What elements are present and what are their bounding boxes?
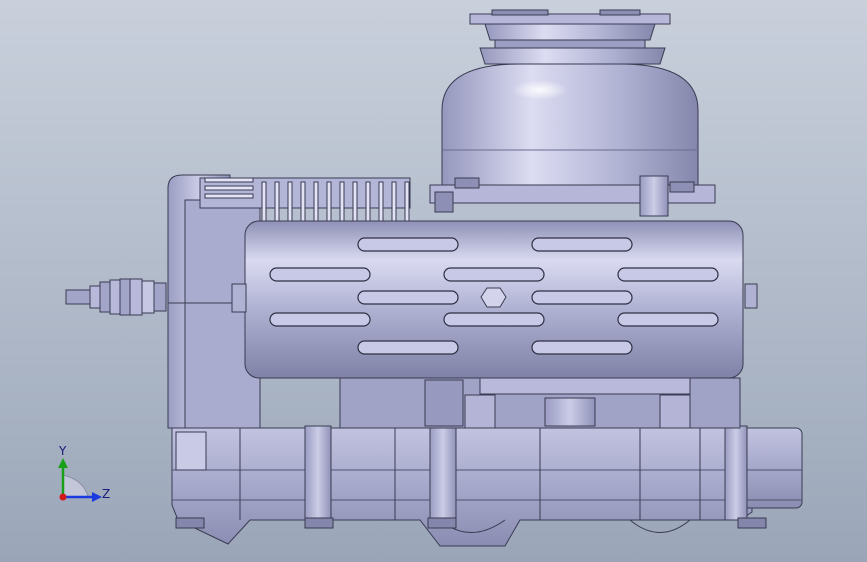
coupling-section[interactable]: [339, 377, 741, 429]
cad-viewport[interactable]: Y Z: [0, 0, 867, 562]
triad-origin: [59, 493, 67, 501]
main-cylinder-housing[interactable]: [231, 220, 758, 379]
y-axis-label: Y: [58, 444, 67, 458]
center-hex-bolt[interactable]: [480, 287, 507, 308]
z-axis-label: Z: [102, 487, 110, 501]
dome-highlight: [512, 80, 568, 100]
